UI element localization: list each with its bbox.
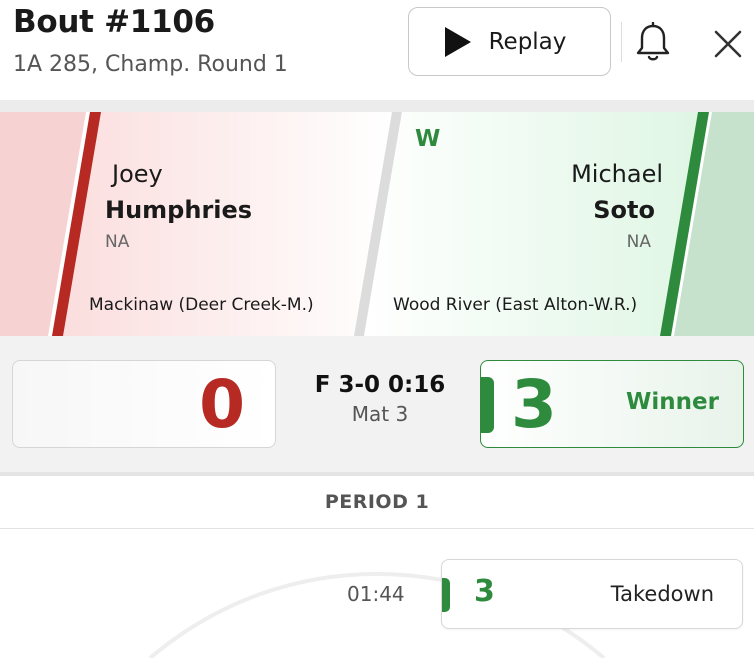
score-row: 0 F 3-0 0:16 Mat 3 3 Winner (0, 336, 754, 472)
winner-indicator-bar (481, 377, 494, 433)
winner-badge: W (415, 126, 441, 152)
header-separator (0, 100, 754, 112)
replay-button[interactable]: Replay (408, 7, 611, 76)
event-indicator-bar (442, 578, 450, 612)
bout-result: F 3-0 0:16 Mat 3 (300, 372, 460, 426)
replay-label: Replay (488, 28, 567, 55)
left-first-name: Joey (112, 160, 163, 188)
wrestler-panels: Joey Humphries NA Mackinaw (Deer Creek-M… (0, 112, 754, 336)
right-last-name: Soto (593, 196, 655, 224)
header-divider (621, 22, 622, 62)
right-team: Wood River (East Alton-W.R.) (393, 295, 638, 315)
event-description: Takedown (610, 582, 714, 606)
period-header: PERIOD 1 (324, 491, 430, 513)
bout-title: Bout #1106 (13, 4, 215, 40)
result-text: F 3-0 0:16 (314, 372, 446, 398)
winner-label: Winner (626, 389, 719, 415)
right-grade: NA (626, 232, 651, 252)
bell-icon[interactable] (634, 21, 672, 64)
bout-subtitle: 1A 285, Champ. Round 1 (13, 52, 288, 77)
event-card[interactable]: 3 Takedown (441, 559, 743, 629)
event-time: 01:44 (347, 582, 405, 606)
event-points: 3 (474, 574, 495, 609)
play-icon (444, 26, 471, 57)
left-last-name: Humphries (105, 196, 253, 224)
close-icon[interactable] (708, 24, 748, 64)
left-score: 0 (199, 366, 245, 443)
right-score-box: 3 Winner (480, 360, 744, 448)
right-score: 3 (511, 366, 557, 443)
mat-label: Mat 3 (351, 402, 409, 426)
left-team: Mackinaw (Deer Creek-M.) (89, 295, 314, 315)
left-score-box: 0 (12, 360, 276, 448)
right-first-name: Michael (571, 160, 663, 188)
left-grade: NA (105, 232, 130, 252)
bout-header: Bout #1106 1A 285, Champ. Round 1 Replay (0, 0, 754, 100)
